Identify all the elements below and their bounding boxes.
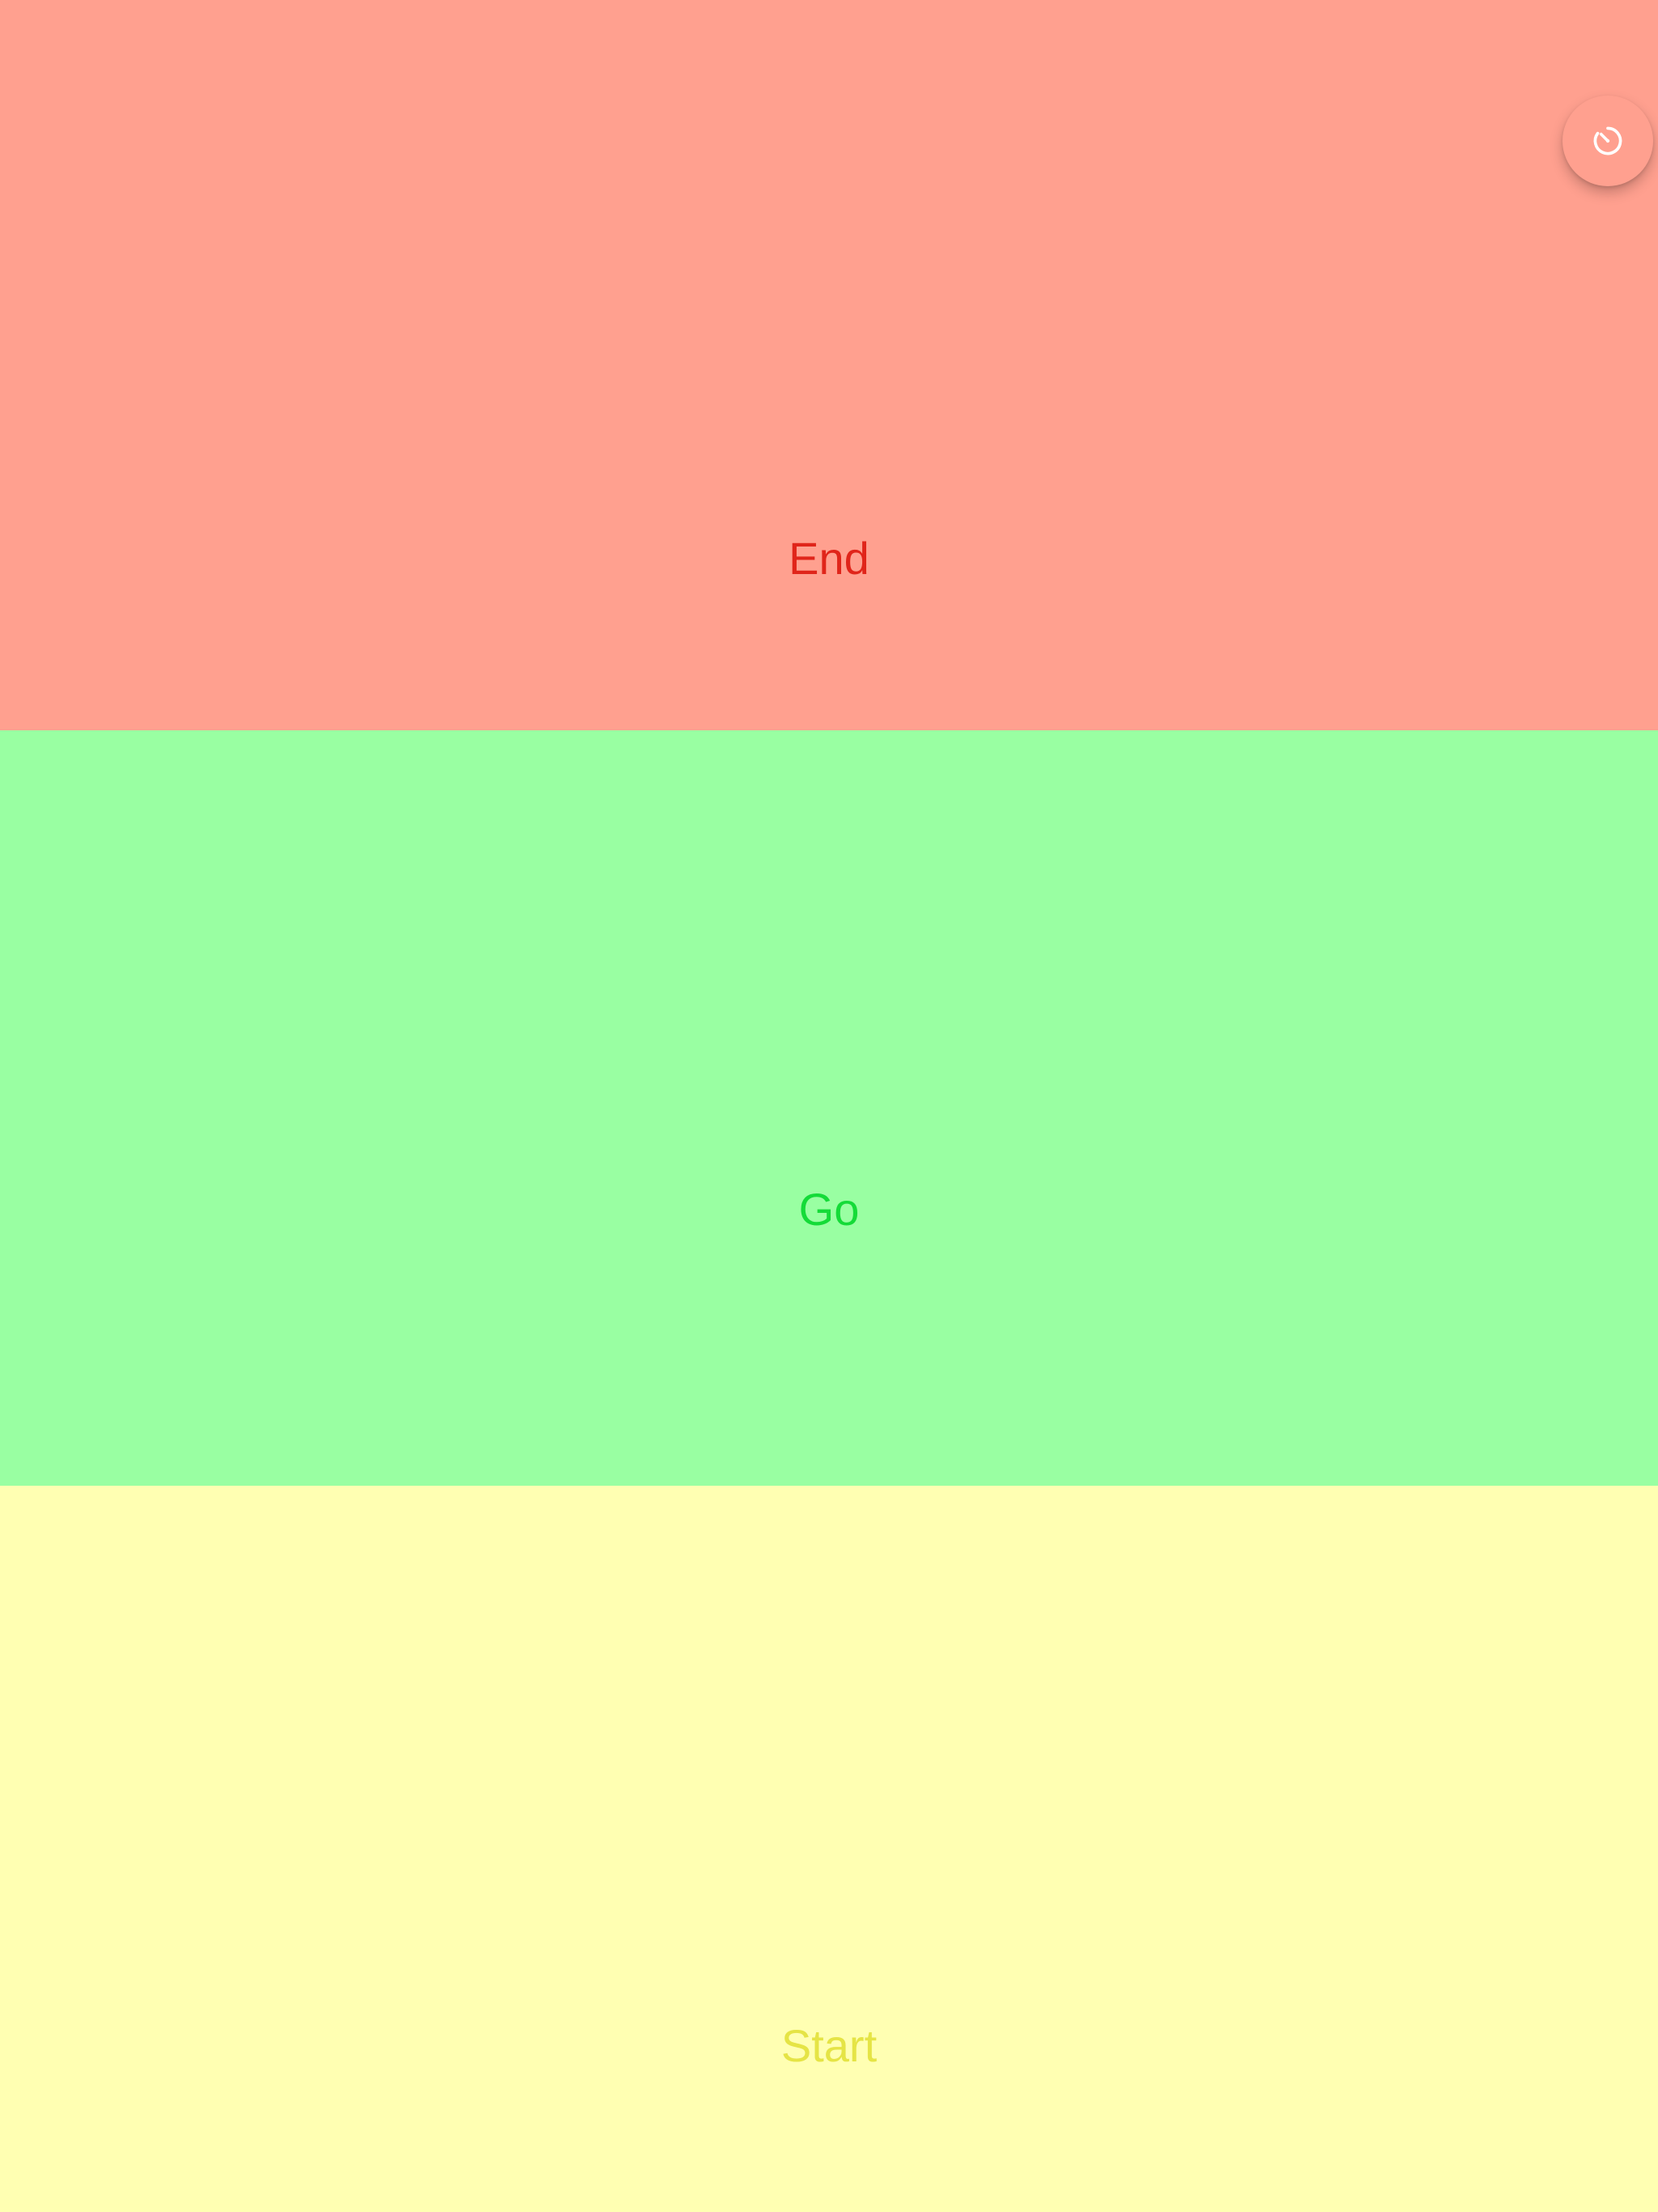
traffic-light-screen: End Go Start — [0, 0, 1658, 2212]
start-panel[interactable]: Start — [0, 1486, 1658, 2212]
timer-button[interactable] — [1562, 96, 1653, 186]
go-panel[interactable]: Go — [0, 730, 1658, 1486]
end-panel[interactable]: End — [0, 0, 1658, 730]
end-label: End — [789, 533, 869, 584]
go-label: Go — [798, 1184, 860, 1235]
start-label: Start — [780, 2020, 878, 2071]
timer-icon — [1593, 126, 1622, 155]
